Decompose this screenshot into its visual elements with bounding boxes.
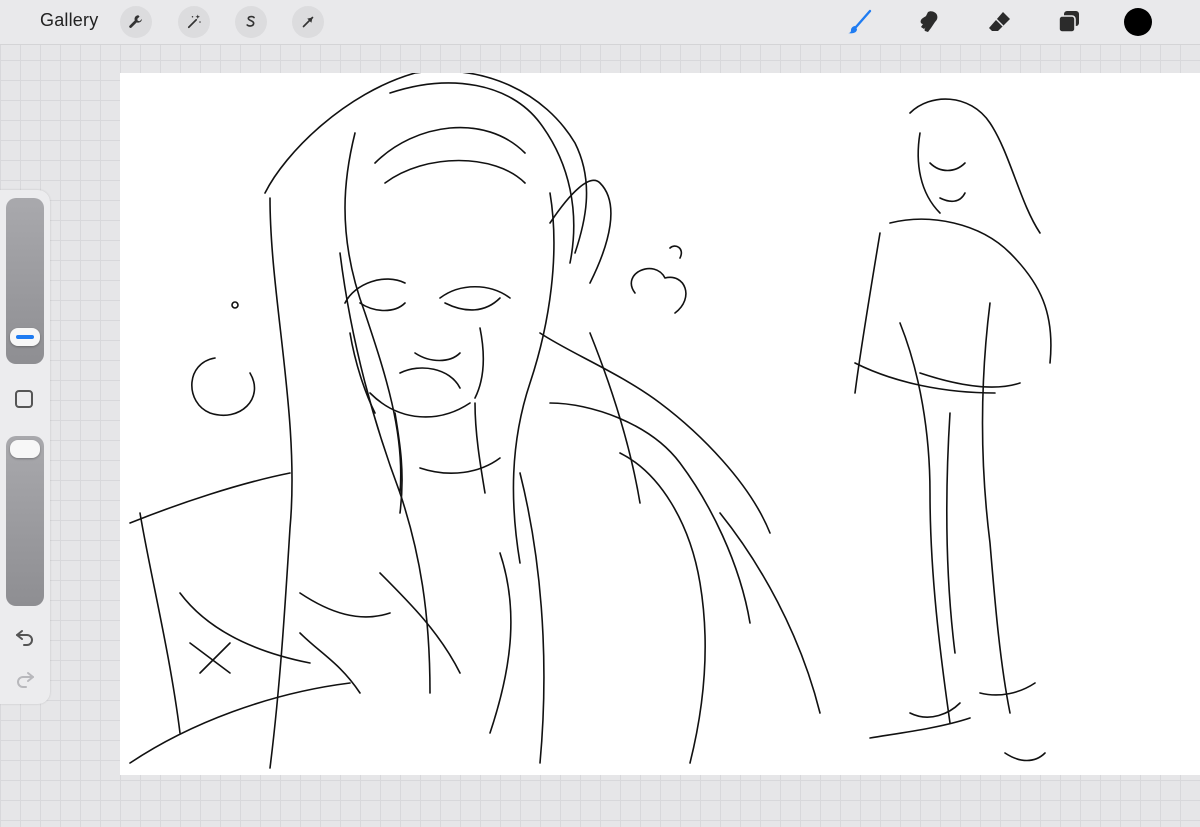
transform-button[interactable]: [292, 6, 324, 38]
smudge-icon: [920, 11, 938, 32]
brush-size-slider[interactable]: [6, 198, 44, 364]
brush-size-handle[interactable]: [10, 328, 40, 346]
selection-s-icon: [246, 15, 255, 27]
adjustments-button[interactable]: [178, 6, 210, 38]
brush-opacity-slider[interactable]: [6, 436, 44, 606]
redo-icon: [17, 672, 34, 688]
arrow-cursor-icon: [302, 16, 314, 28]
color-picker-button[interactable]: [1124, 8, 1152, 36]
gallery-button[interactable]: Gallery: [40, 10, 98, 31]
actions-button[interactable]: [120, 6, 152, 38]
brush-sidebar: [0, 190, 50, 704]
magic-wand-icon: [187, 14, 201, 29]
top-toolbar: Gallery: [0, 0, 1200, 45]
brush-icon: [848, 9, 872, 34]
sketch-artwork: [129, 73, 1052, 769]
layers-icon: [1058, 11, 1079, 33]
eraser-icon: [989, 12, 1010, 31]
undo-button[interactable]: [12, 626, 38, 648]
brush-opacity-handle[interactable]: [10, 440, 40, 458]
active-indicator: [16, 335, 34, 339]
modify-button[interactable]: [15, 390, 33, 408]
layers-tool[interactable]: [1051, 4, 1087, 40]
eraser-tool[interactable]: [982, 4, 1018, 40]
wrench-icon: [129, 15, 142, 28]
redo-button[interactable]: [12, 668, 38, 690]
drawing-canvas[interactable]: [120, 73, 1200, 775]
brush-tool[interactable]: [842, 4, 878, 40]
undo-icon: [16, 630, 33, 646]
smudge-tool[interactable]: [912, 4, 948, 40]
selection-button[interactable]: [235, 6, 267, 38]
